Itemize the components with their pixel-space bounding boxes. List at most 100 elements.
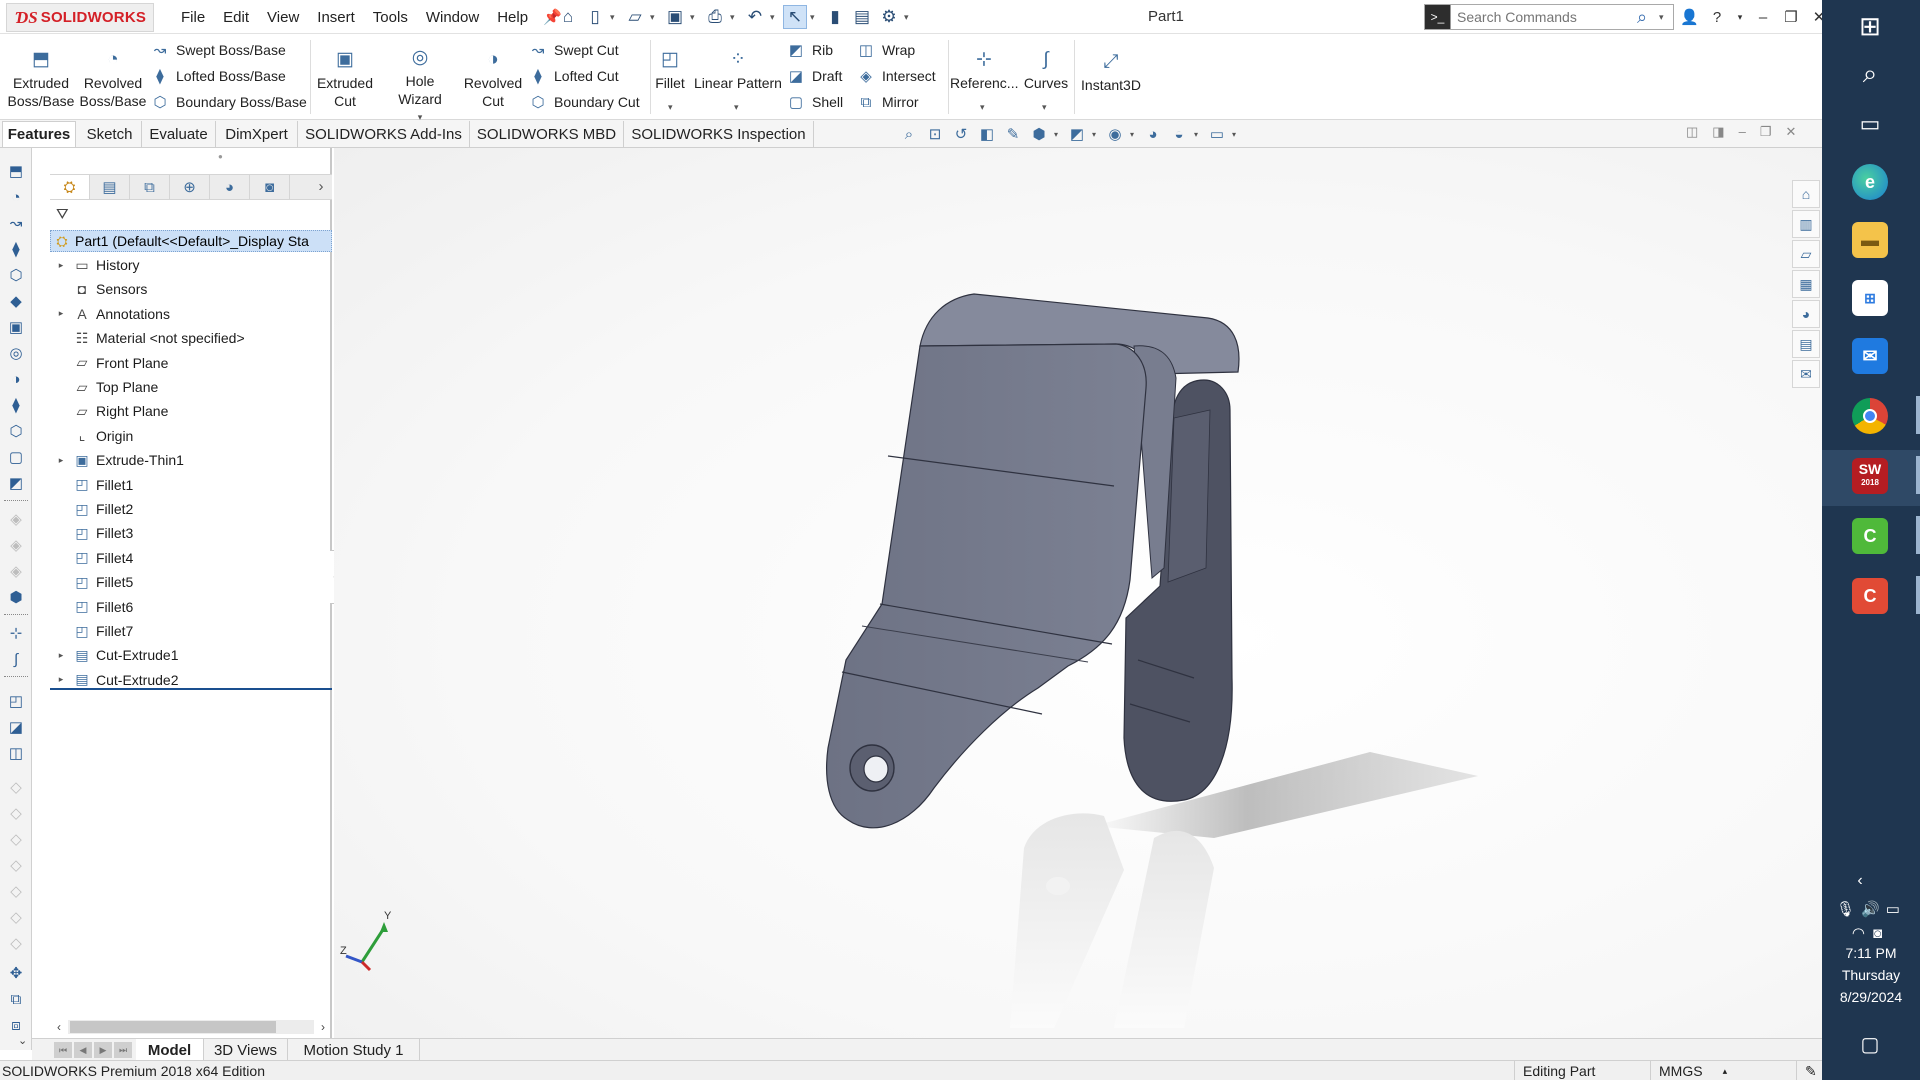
undo-icon[interactable]: ↶ bbox=[743, 5, 767, 29]
fillet-button[interactable]: ◰ Fillet bbox=[652, 48, 688, 92]
hole-wizard-button[interactable]: ◎ Hole Wizard ▾ bbox=[382, 46, 458, 126]
viewport-minimize-icon[interactable]: – bbox=[1739, 124, 1746, 140]
tab-mbd[interactable]: SOLIDWORKS MBD bbox=[470, 121, 624, 147]
swept-boss-icon[interactable]: ↝ bbox=[6, 214, 26, 234]
viewport-tile-icon[interactable]: ◫ bbox=[1686, 124, 1698, 140]
cam-manager-tab-icon[interactable]: ◙ bbox=[250, 175, 290, 199]
tab-motion-study[interactable]: Motion Study 1 bbox=[288, 1039, 420, 1061]
file-properties-icon[interactable]: ▤ bbox=[850, 5, 874, 29]
solidworks-resources-icon[interactable]: ⌂ bbox=[1792, 180, 1820, 208]
lofted-boss-button[interactable]: ⧫ Lofted Boss/Base bbox=[150, 64, 285, 88]
lofted-boss-icon[interactable]: ⧫ bbox=[6, 240, 26, 260]
panel-grip-icon[interactable]: ● bbox=[218, 152, 223, 161]
search-dropdown-icon[interactable]: ▾ bbox=[1659, 12, 1673, 23]
scroll-right-icon[interactable]: › bbox=[314, 1020, 332, 1034]
shell-button[interactable]: ▢ Shell bbox=[786, 90, 843, 114]
tree-item[interactable]: ▸ ▭ History bbox=[50, 254, 332, 276]
apply-scene-icon[interactable]: ◒ bbox=[1168, 126, 1190, 143]
fillet-icon[interactable]: ◰ bbox=[6, 692, 26, 712]
expand-arrow-icon[interactable]: ▸ bbox=[50, 308, 72, 319]
curves-dropdown-icon[interactable]: ▾ bbox=[1042, 102, 1047, 113]
tab-features[interactable]: Features bbox=[2, 121, 76, 147]
new-document-icon[interactable]: ▯ bbox=[583, 5, 607, 29]
expand-arrow-icon[interactable]: ▸ bbox=[50, 674, 72, 685]
tab-model[interactable]: Model bbox=[136, 1039, 204, 1061]
fillet-dropdown-icon[interactable]: ▾ bbox=[668, 102, 673, 113]
tree-item[interactable]: ◰ Fillet7 bbox=[50, 620, 332, 642]
forum-icon[interactable]: ✉ bbox=[1792, 360, 1820, 388]
tree-item[interactable]: ▸ ▤ Cut-Extrude1 bbox=[50, 644, 332, 666]
part-model[interactable] bbox=[334, 148, 1822, 1038]
tree-item[interactable]: ⌞ Origin bbox=[50, 425, 332, 447]
help-dropdown-icon[interactable]: ▾ bbox=[1736, 12, 1744, 23]
tree-item[interactable]: ◰ Fillet6 bbox=[50, 596, 332, 618]
tree-item[interactable]: ◰ Fillet2 bbox=[50, 498, 332, 520]
section-view-icon[interactable]: ◧ bbox=[976, 125, 998, 143]
swept-boss-button[interactable]: ↝ Swept Boss/Base bbox=[150, 38, 286, 62]
scroll-thumb[interactable] bbox=[70, 1021, 276, 1033]
mirror-icon[interactable]: ⧈ bbox=[6, 1016, 26, 1036]
extruded-boss-button[interactable]: ⬒ Extruded Boss/Base bbox=[6, 48, 76, 110]
move-face-icon[interactable]: ✥ bbox=[6, 964, 26, 984]
first-tab-icon[interactable]: ⏮ bbox=[54, 1042, 72, 1058]
linear-pattern-button[interactable]: ⁘ Linear Pattern bbox=[692, 48, 784, 92]
viewport-split-icon[interactable]: ◨ bbox=[1712, 124, 1724, 140]
display-style-icon[interactable]: ◩ bbox=[1066, 125, 1088, 143]
revolved-cut-icon[interactable]: ◑ bbox=[6, 370, 26, 390]
edit-appearance-icon[interactable]: ◕ bbox=[1142, 126, 1164, 143]
tree-item[interactable]: ▱ Front Plane bbox=[50, 352, 332, 374]
home-icon[interactable]: ⌂ bbox=[556, 5, 580, 29]
reference-dropdown-icon[interactable]: ▾ bbox=[980, 102, 985, 113]
draft-button[interactable]: ◪ Draft bbox=[786, 64, 842, 88]
appearances-icon[interactable]: ◕ bbox=[1792, 300, 1820, 328]
tab-dimxpert[interactable]: DimXpert bbox=[216, 121, 298, 147]
boundary-cut-button[interactable]: ⬡ Boundary Cut bbox=[528, 90, 639, 114]
view-settings-dropdown-icon[interactable]: ▾ bbox=[1232, 130, 1240, 139]
scroll-track[interactable] bbox=[68, 1020, 314, 1034]
tree-item[interactable]: ▸ ▣ Extrude-Thin1 bbox=[50, 449, 332, 471]
draft-icon[interactable]: ◫ bbox=[6, 744, 26, 764]
wifi-icon[interactable]: ◠ bbox=[1852, 925, 1873, 942]
horizontal-scrollbar[interactable]: ‹ › bbox=[50, 1018, 332, 1036]
rib-button[interactable]: ◩ Rib bbox=[786, 38, 833, 62]
custom-properties-icon[interactable]: ▤ bbox=[1792, 330, 1820, 358]
curves-button[interactable]: ∫ Curves bbox=[1018, 48, 1074, 92]
revolved-boss-button[interactable]: ◔ Revolved Boss/Base bbox=[78, 48, 148, 110]
task-view-icon[interactable]: ▭ bbox=[1852, 106, 1888, 142]
linear-pattern-dropdown-icon[interactable]: ▾ bbox=[734, 102, 739, 113]
graphics-area[interactable]: ⌂ ▥ ▱ ▦ ◕ ▤ ✉ bbox=[334, 148, 1822, 1038]
view-orientation-icon[interactable]: ⬢ bbox=[6, 588, 26, 608]
expand-arrow-icon[interactable]: ▸ bbox=[50, 260, 72, 271]
file-explorer-icon[interactable]: ▬ bbox=[1852, 222, 1888, 258]
extruded-boss-icon[interactable]: ⬒ bbox=[6, 162, 26, 182]
tree-item[interactable]: ▱ Top Plane bbox=[50, 376, 332, 398]
solidworks-logo[interactable]: ƊS SOLIDWORKS bbox=[6, 3, 154, 32]
extruded-cut-icon[interactable]: ▣ bbox=[6, 318, 26, 338]
tree-item[interactable]: ◘ Sensors bbox=[50, 278, 332, 300]
menu-edit[interactable]: Edit bbox=[214, 9, 258, 26]
tree-root-part[interactable]: ⛭ Part1 (Default<<Default>_Display Sta bbox=[50, 230, 332, 252]
boundary-boss-button[interactable]: ⬡ Boundary Boss/Base bbox=[150, 90, 306, 114]
battery-icon[interactable]: ▭ bbox=[1886, 901, 1906, 918]
zoom-to-fit-icon[interactable]: ⌕ bbox=[898, 126, 920, 143]
save-icon[interactable]: ▣ bbox=[663, 5, 687, 29]
rebuild-icon[interactable]: ▮ bbox=[823, 5, 847, 29]
tree-item[interactable]: ☷ Material <not specified> bbox=[50, 327, 332, 349]
tab-3d-views[interactable]: 3D Views bbox=[204, 1039, 288, 1061]
options-gear-icon[interactable]: ⚙ bbox=[877, 5, 901, 29]
taskbar-clock[interactable]: 7:11 PM Thursday 8/29/2024 bbox=[1822, 942, 1920, 1008]
solidworks-taskbar-icon[interactable]: SW 2018 bbox=[1852, 458, 1888, 494]
split-icon[interactable]: ⧉ bbox=[6, 990, 26, 1010]
rib-icon[interactable]: ◩ bbox=[6, 474, 26, 494]
hide-show-dropdown-icon[interactable]: ▾ bbox=[1130, 130, 1138, 139]
mirror-button[interactable]: ⧉ Mirror bbox=[856, 90, 919, 114]
boundary-boss-icon[interactable]: ⬡ bbox=[6, 266, 26, 286]
search-icon[interactable]: ⌕ bbox=[1637, 7, 1659, 28]
reference-geometry-button[interactable]: ⊹ Referenc... bbox=[950, 48, 1018, 92]
apply-scene-dropdown-icon[interactable]: ▾ bbox=[1194, 130, 1202, 139]
tab-inspection[interactable]: SOLIDWORKS Inspection bbox=[624, 121, 814, 147]
last-tab-icon[interactable]: ⏭ bbox=[114, 1042, 132, 1058]
property-manager-tab-icon[interactable]: ▤ bbox=[90, 175, 130, 199]
chamfer-icon[interactable]: ◪ bbox=[6, 718, 26, 738]
boundary-cut-icon[interactable]: ⬡ bbox=[6, 422, 26, 442]
